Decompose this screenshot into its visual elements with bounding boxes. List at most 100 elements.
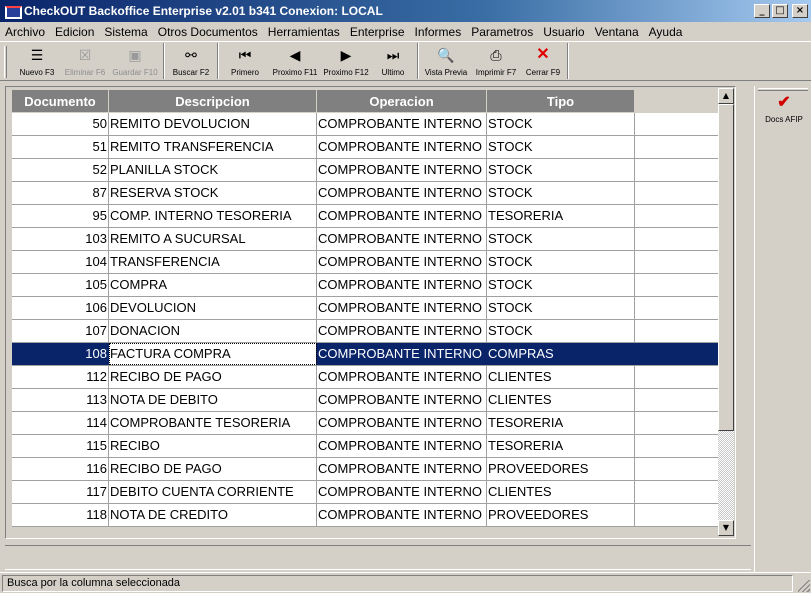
cell-documento[interactable]: 115 <box>12 435 109 457</box>
cell-tipo[interactable]: STOCK <box>487 159 635 181</box>
cell-descripcion[interactable]: NOTA DE CREDITO <box>109 504 317 526</box>
menu-parametros[interactable]: Parametros <box>466 25 538 39</box>
cell-descripcion[interactable]: NOTA DE DEBITO <box>109 389 317 411</box>
table-row[interactable]: 112 RECIBO DE PAGO COMPROBANTE INTERNO CLIE… <box>12 366 718 389</box>
cell-operacion[interactable]: COMPROBANTE INTERNO <box>317 136 487 158</box>
cell-descripcion[interactable]: REMITO DEVOLUCION <box>109 113 317 135</box>
menu-herramientas[interactable]: Herramientas <box>263 25 345 39</box>
menu-otros-documentos[interactable]: Otros Documentos <box>153 25 263 39</box>
menu-sistema[interactable]: Sistema <box>99 25 152 39</box>
cell-operacion[interactable]: COMPROBANTE INTERNO <box>317 274 487 296</box>
table-row[interactable]: 50 REMITO DEVOLUCION COMPROBANTE INTERNO ST… <box>12 113 718 136</box>
table-row[interactable]: 117 DEBITO CUENTA CORRIENTE COMPROBANTE IN… <box>12 481 718 504</box>
menu-informes[interactable]: Informes <box>410 25 467 39</box>
docs-afip-button[interactable]: ✔ Docs AFIP <box>759 94 809 130</box>
table-row[interactable]: 51 REMITO TRANSFERENCIA COMPROBANTE INTERN… <box>12 136 718 159</box>
cell-operacion[interactable]: COMPROBANTE INTERNO <box>317 366 487 388</box>
scroll-thumb[interactable] <box>718 104 734 431</box>
menu-ayuda[interactable]: Ayuda <box>644 25 688 39</box>
column-header-descripcion[interactable]: Descripcion <box>109 90 317 112</box>
column-header-operacion[interactable]: Operacion <box>317 90 487 112</box>
cell-tipo[interactable]: TESORERIA <box>487 412 635 434</box>
table-row[interactable]: 118 NOTA DE CREDITO COMPROBANTE INTERNO PRO… <box>12 504 718 527</box>
cell-operacion[interactable]: COMPROBANTE INTERNO <box>317 182 487 204</box>
table-row-selected[interactable]: 108 FACTURA COMPRA COMPROBANTE INTERNO COMP… <box>12 343 718 366</box>
cell-documento[interactable]: 117 <box>12 481 109 503</box>
cell-descripcion[interactable]: REMITO TRANSFERENCIA <box>109 136 317 158</box>
cell-operacion[interactable]: COMPROBANTE INTERNO <box>317 228 487 250</box>
cell-documento[interactable]: 105 <box>12 274 109 296</box>
table-row[interactable]: 107 DONACION COMPROBANTE INTERNO STOCK <box>12 320 718 343</box>
menu-usuario[interactable]: Usuario <box>538 25 589 39</box>
resize-grip[interactable] <box>798 580 810 592</box>
cerrar-button[interactable]: ✕ Cerrar F9 <box>521 42 565 80</box>
cell-descripcion[interactable]: RESERVA STOCK <box>109 182 317 204</box>
table-row[interactable]: 105 COMPRA COMPROBANTE INTERNO STOCK <box>12 274 718 297</box>
cell-operacion[interactable]: COMPROBANTE INTERNO <box>317 343 487 365</box>
column-header-documento[interactable]: Documento <box>12 90 109 112</box>
vista-previa-button[interactable]: 🔍 Vista Previa <box>421 42 471 80</box>
column-header-tipo[interactable]: Tipo <box>487 90 635 112</box>
scroll-up-button[interactable]: ▲ <box>718 88 734 104</box>
maximize-button[interactable]: □ <box>772 4 788 18</box>
cell-documento[interactable]: 103 <box>12 228 109 250</box>
cell-tipo[interactable]: STOCK <box>487 113 635 135</box>
minimize-button[interactable]: _ <box>754 4 770 18</box>
cell-descripcion[interactable]: DEBITO CUENTA CORRIENTE <box>109 481 317 503</box>
cell-tipo[interactable]: TESORERIA <box>487 205 635 227</box>
cell-tipo[interactable]: CLIENTES <box>487 389 635 411</box>
cell-descripcion[interactable]: RECIBO <box>109 435 317 457</box>
cell-descripcion[interactable]: COMPRA <box>109 274 317 296</box>
primero-button[interactable]: ⏮ Primero <box>221 42 269 80</box>
cell-descripcion[interactable]: DEVOLUCION <box>109 297 317 319</box>
menu-enterprise[interactable]: Enterprise <box>345 25 410 39</box>
table-row[interactable]: 52 PLANILLA STOCK COMPROBANTE INTERNO STOCK <box>12 159 718 182</box>
cell-operacion[interactable]: COMPROBANTE INTERNO <box>317 412 487 434</box>
cell-documento[interactable]: 107 <box>12 320 109 342</box>
cell-tipo[interactable]: TESORERIA <box>487 435 635 457</box>
cell-descripcion[interactable]: PLANILLA STOCK <box>109 159 317 181</box>
cell-tipo[interactable]: PROVEEDORES <box>487 504 635 526</box>
table-row[interactable]: 103 REMITO A SUCURSAL COMPROBANTE INTERNO S… <box>12 228 718 251</box>
cell-documento[interactable]: 87 <box>12 182 109 204</box>
cell-operacion[interactable]: COMPROBANTE INTERNO <box>317 481 487 503</box>
cell-descripcion[interactable]: RECIBO DE PAGO <box>109 458 317 480</box>
table-row[interactable]: 104 TRANSFERENCIA COMPROBANTE INTERNO STOCK <box>12 251 718 274</box>
cell-documento[interactable]: 106 <box>12 297 109 319</box>
cell-documento[interactable]: 52 <box>12 159 109 181</box>
cell-operacion[interactable]: COMPROBANTE INTERNO <box>317 504 487 526</box>
table-row[interactable]: 114 COMPROBANTE TESORERIA COMPROBANTE INTE… <box>12 412 718 435</box>
cell-operacion[interactable]: COMPROBANTE INTERNO <box>317 297 487 319</box>
table-row[interactable]: 106 DEVOLUCION COMPROBANTE INTERNO STOCK <box>12 297 718 320</box>
cell-descripcion[interactable]: COMPROBANTE TESORERIA <box>109 412 317 434</box>
ultimo-button[interactable]: ⏭ Ultimo <box>371 42 415 80</box>
cell-documento[interactable]: 112 <box>12 366 109 388</box>
table-row[interactable]: 87 RESERVA STOCK COMPROBANTE INTERNO STOCK <box>12 182 718 205</box>
proximo-button[interactable]: ▶ Proximo F12 <box>321 42 371 80</box>
cell-operacion[interactable]: COMPROBANTE INTERNO <box>317 251 487 273</box>
cell-tipo[interactable]: STOCK <box>487 136 635 158</box>
cell-descripcion[interactable]: REMITO A SUCURSAL <box>109 228 317 250</box>
table-row[interactable]: 113 NOTA DE DEBITO COMPROBANTE INTERNO CLIE… <box>12 389 718 412</box>
cell-documento[interactable]: 51 <box>12 136 109 158</box>
cell-tipo[interactable]: COMPRAS <box>487 343 635 365</box>
cell-documento[interactable]: 104 <box>12 251 109 273</box>
guardar-button[interactable]: ▣ Guardar F10 <box>109 42 161 80</box>
cell-descripcion[interactable]: DONACION <box>109 320 317 342</box>
eliminar-button[interactable]: ☒ Eliminar F6 <box>61 42 109 80</box>
menu-ventana[interactable]: Ventana <box>590 25 644 39</box>
cell-documento[interactable]: 113 <box>12 389 109 411</box>
cell-documento[interactable]: 118 <box>12 504 109 526</box>
cell-operacion[interactable]: COMPROBANTE INTERNO <box>317 435 487 457</box>
table-row[interactable]: 115 RECIBO COMPROBANTE INTERNO TESORERIA <box>12 435 718 458</box>
nuevo-button[interactable]: ☰ Nuevo F3 <box>13 42 61 80</box>
cell-operacion[interactable]: COMPROBANTE INTERNO <box>317 458 487 480</box>
cell-tipo[interactable]: CLIENTES <box>487 481 635 503</box>
cell-descripcion[interactable]: FACTURA COMPRA <box>109 343 317 365</box>
cell-tipo[interactable]: STOCK <box>487 228 635 250</box>
imprimir-button[interactable]: ⎙ Imprimir F7 <box>471 42 521 80</box>
cell-operacion[interactable]: COMPROBANTE INTERNO <box>317 389 487 411</box>
cell-operacion[interactable]: COMPROBANTE INTERNO <box>317 205 487 227</box>
cell-tipo[interactable]: PROVEEDORES <box>487 458 635 480</box>
table-row[interactable]: 95 COMP. INTERNO TESORERIA COMPROBANTE INT… <box>12 205 718 228</box>
